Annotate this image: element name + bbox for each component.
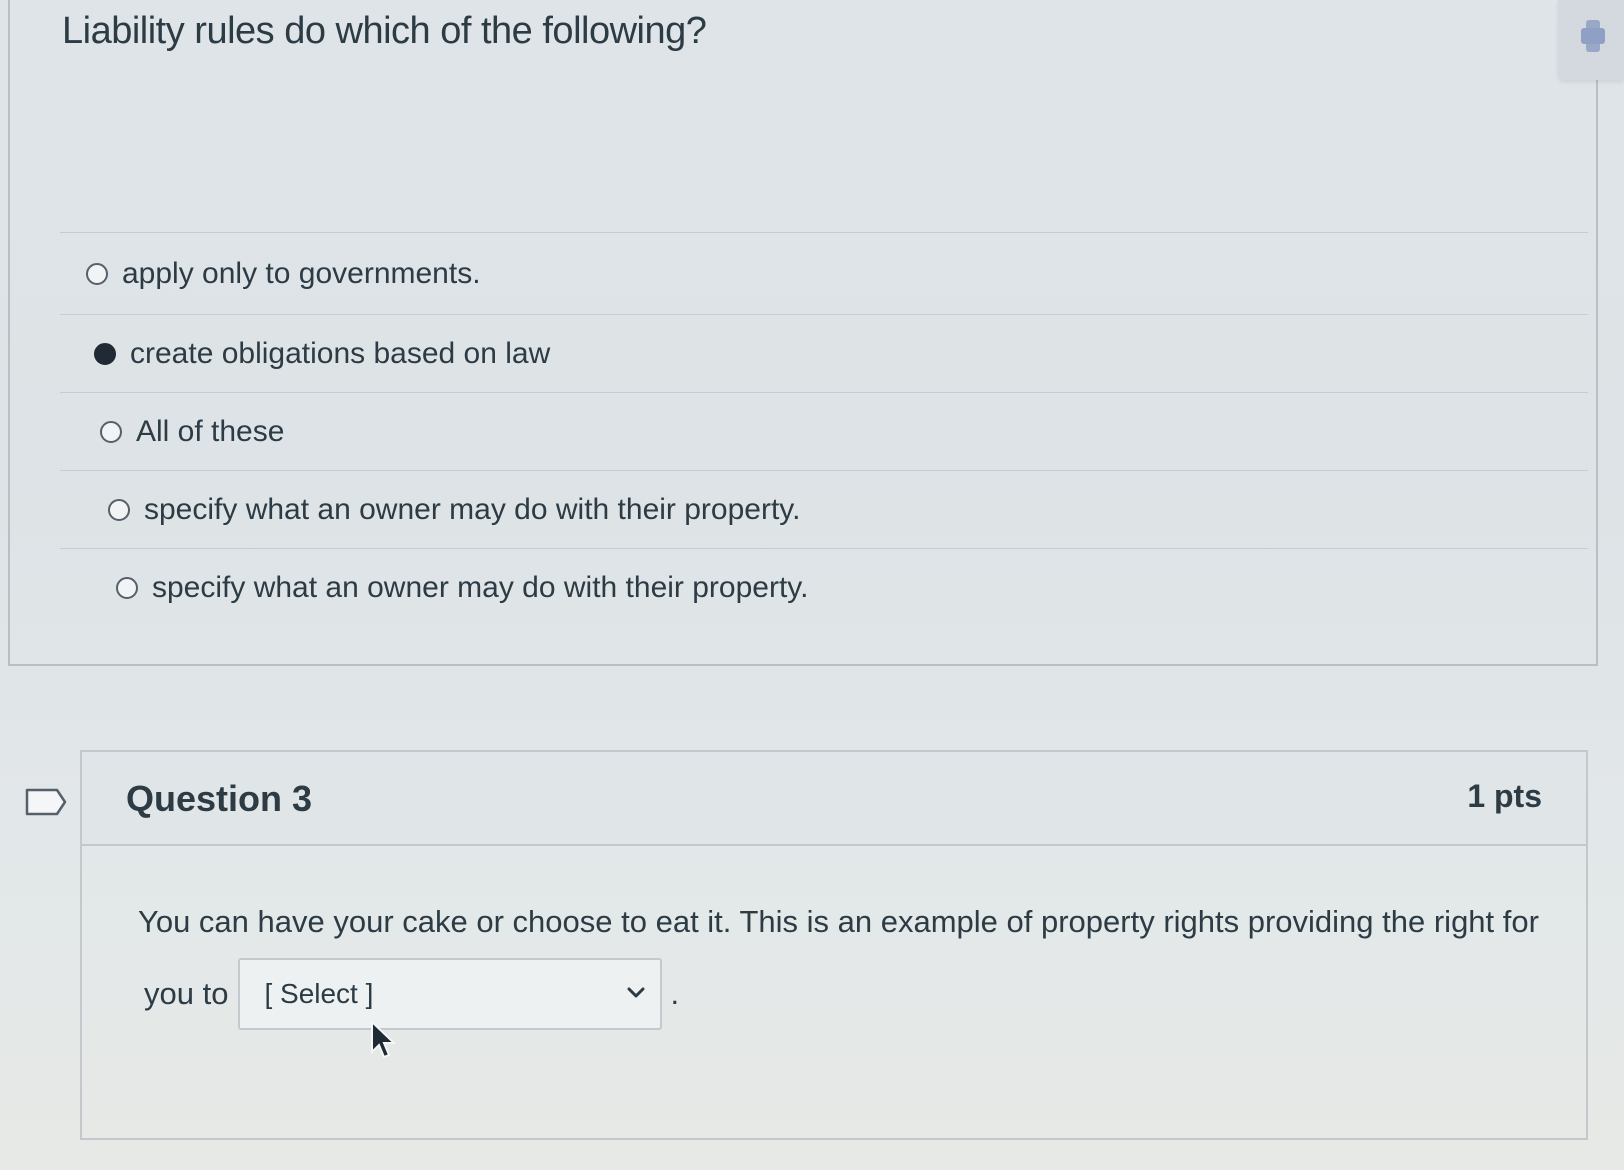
- question-3-header: Question 3 1 pts: [82, 752, 1586, 846]
- answer-option-2[interactable]: create obligations based on law: [60, 314, 1588, 392]
- answer-select-dropdown[interactable]: [ Select ]: [238, 958, 663, 1030]
- sentence-period: .: [670, 976, 680, 1011]
- radio-button[interactable]: [100, 420, 122, 443]
- answer-label: specify what an owner may do with their …: [152, 570, 809, 604]
- question-3-text-continued: you to: [144, 976, 229, 1011]
- radio-button-selected[interactable]: [94, 342, 116, 365]
- question-3-line-2: you to [ Select ] .: [144, 958, 679, 1030]
- side-tool-button[interactable]: [1558, 0, 1624, 80]
- question-title: Question 3: [126, 778, 313, 819]
- tool-icon: [1581, 20, 1605, 52]
- radio-button[interactable]: [116, 576, 138, 599]
- question-points: 1 pts: [1467, 778, 1542, 814]
- question-3-card: Question 3 1 pts You can have your cake …: [80, 750, 1588, 1140]
- answer-label: All of these: [136, 414, 285, 448]
- answer-list: apply only to governments. create obliga…: [60, 232, 1588, 626]
- answer-label: create obligations based on law: [130, 336, 551, 370]
- mouse-cursor-icon: [371, 1020, 397, 1059]
- answer-option-5[interactable]: specify what an owner may do with their …: [60, 548, 1588, 626]
- answer-option-3[interactable]: All of these: [60, 392, 1588, 470]
- question-2-text: Liability rules do which of the followin…: [62, 10, 707, 52]
- answer-label: apply only to governments.: [122, 256, 481, 290]
- question-3-body: You can have your cake or choose to eat …: [82, 846, 1586, 1140]
- select-value: [ Select ]: [264, 978, 374, 1009]
- answer-option-1[interactable]: apply only to governments.: [60, 232, 1588, 314]
- flag-question-icon[interactable]: [25, 788, 67, 816]
- radio-button[interactable]: [108, 498, 130, 521]
- radio-button[interactable]: [86, 262, 108, 285]
- answer-option-4[interactable]: specify what an owner may do with their …: [60, 470, 1588, 548]
- chevron-down-icon: [627, 987, 645, 998]
- answer-label: specify what an owner may do with their …: [144, 492, 801, 526]
- question-3-text: You can have your cake or choose to eat …: [138, 904, 1539, 939]
